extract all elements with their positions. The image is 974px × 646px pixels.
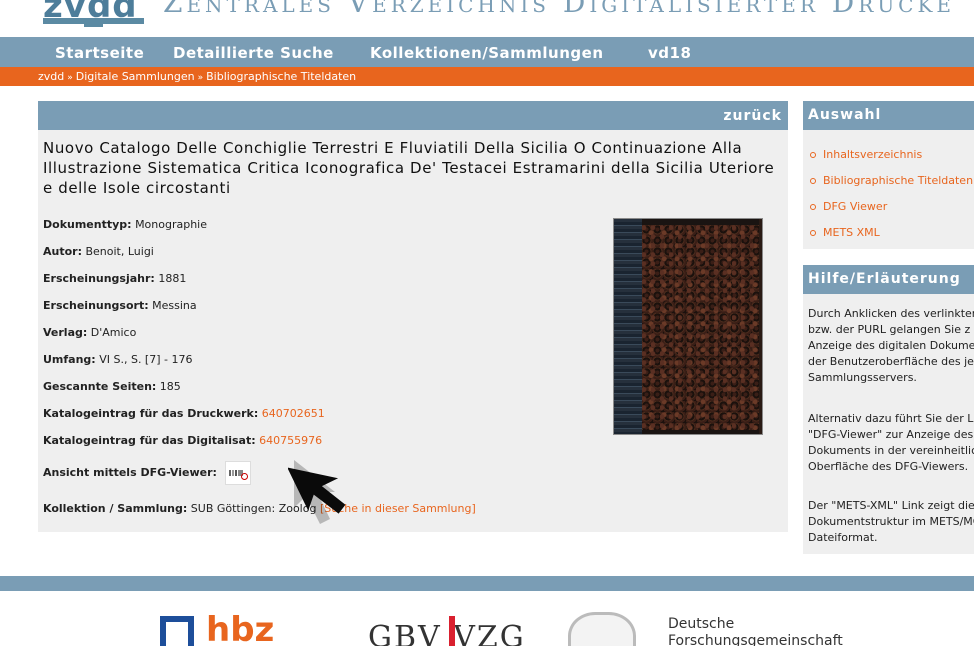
help-header: Hilfe/Erläuterung [803,265,974,294]
sub-seal-icon [568,612,636,646]
field-value: Benoit, Luigi [85,245,154,258]
book-cover-thumbnail[interactable] [613,218,763,435]
nav-detaillierte-suche[interactable]: Detaillierte Suche [173,44,334,62]
field-autor: Autor: Benoit, Luigi [43,245,154,258]
field-label: Verlag: [43,326,88,339]
list-item: DFG Viewer [810,200,887,213]
nav-startseite[interactable]: Startseite [55,44,144,62]
list-item: METS XML [810,226,880,239]
dfg-logo[interactable]: Deutsche Forschungsgemeinschaft [668,616,843,646]
field-label: Gescannte Seiten: [43,380,157,393]
list-item: Bibliographische Titeldaten [810,174,973,187]
main-navigation: Startseite Detaillierte Suche Kollektion… [0,37,974,67]
breadcrumb: zvdd» Digitale Sammlungen» Bibliographisch… [38,70,356,83]
field-verlag: Verlag: D'Amico [43,326,136,339]
nav-vd18[interactable]: vd18 [648,44,691,62]
selection-header: Auswahl [803,101,974,130]
field-label: Katalogeintrag für das Digitalisat: [43,434,256,447]
dfg-viewer-icon[interactable] [224,461,251,485]
field-label: Kollektion / Sammlung: [43,502,188,515]
field-umfang: Umfang: VI S., S. [7] - 176 [43,353,192,366]
field-label: Dokumenttyp: [43,218,132,231]
field-erscheinungsjahr: Erscheinungsjahr: 1881 [43,272,186,285]
mouse-pointer-icon [288,460,346,524]
field-label: Erscheinungsort: [43,299,149,312]
field-kollektion: Kollektion / Sammlung: SUB Göttingen: Zo… [43,502,476,515]
link-dfg-viewer[interactable]: DFG Viewer [823,200,887,213]
field-dfg-viewer: Ansicht mittels DFG-Viewer: [43,461,251,485]
field-label: Autor: [43,245,82,258]
bullet-icon [810,178,816,184]
breadcrumb-titeldaten[interactable]: Bibliographische Titeldaten [206,70,356,83]
field-value: 185 [159,380,181,393]
field-value: VI S., S. [7] - 176 [99,353,193,366]
bullet-icon [810,152,816,158]
field-label: Umfang: [43,353,96,366]
back-link[interactable]: zurück [723,108,782,124]
list-item: Inhaltsverzeichnis [810,148,922,161]
record-panel: zurück Nuovo Catalogo Delle Conchiglie T… [38,101,788,532]
logo-dash [84,24,103,27]
zvdd-logo[interactable]: zvdd [43,0,144,28]
help-paragraph: Durch Anklicken des verlinkten bzw. der … [808,307,974,384]
field-label: Katalogeintrag für das Druckwerk: [43,407,259,420]
bullet-icon [810,230,816,236]
catalog-link-digitalisat[interactable]: 640755976 [259,434,322,447]
field-gescannte-seiten: Gescannte Seiten: 185 [43,380,181,393]
selection-box: Auswahl Inhaltsverzeichnis Bibliographis… [803,101,974,249]
catalog-link-druckwerk[interactable]: 640702651 [262,407,325,420]
field-katalog-druckwerk: Katalogeintrag für das Druckwerk: 640702… [43,407,325,420]
nav-kollektionen[interactable]: Kollektionen/Sammlungen [370,44,604,62]
field-value: Monographie [135,218,208,231]
document-title: Nuovo Catalogo Delle Conchiglie Terrestr… [43,139,775,197]
help-box: Hilfe/Erläuterung Durch Anklicken des ve… [803,265,974,554]
help-paragraph: Alternativ dazu führt Sie der Lin "DFG-V… [808,412,974,473]
breadcrumb-digitale-sammlungen[interactable]: Digitale Sammlungen [76,70,195,83]
help-paragraph: Der "METS-XML" Link zeigt die Dokumentst… [808,499,974,544]
hbz-logo-icon [160,616,194,646]
breadcrumb-separator: » [197,73,204,83]
field-value: D'Amico [90,326,137,339]
breadcrumb-zvdd[interactable]: zvdd [38,70,64,83]
link-mets-xml[interactable]: METS XML [823,226,880,239]
field-value: 1881 [158,272,187,285]
site-title: Zentrales Verzeichnis Digitalisierter Dr… [163,0,956,19]
selection-title: Auswahl [808,107,882,123]
footer-band [0,576,974,591]
bullet-icon [810,204,816,210]
field-erscheinungsort: Erscheinungsort: Messina [43,299,197,312]
record-panel-header: zurück [38,101,788,130]
field-katalog-digitalisat: Katalogeintrag für das Digitalisat: 6407… [43,434,322,447]
field-label: Ansicht mittels DFG-Viewer: [43,466,217,479]
breadcrumb-separator: » [67,73,73,83]
breadcrumb-bar: zvdd» Digitale Sammlungen» Bibliographisch… [0,67,974,86]
link-titeldaten[interactable]: Bibliographische Titeldaten [823,174,973,187]
field-label: Erscheinungsjahr: [43,272,155,285]
help-title: Hilfe/Erläuterung [808,271,961,287]
field-value: Messina [152,299,197,312]
link-inhaltsverzeichnis[interactable]: Inhaltsverzeichnis [823,148,922,161]
gbv-logo-bar [449,616,455,646]
field-dokumenttyp: Dokumenttyp: Monographie [43,218,207,231]
sub-logo[interactable] [568,612,636,646]
